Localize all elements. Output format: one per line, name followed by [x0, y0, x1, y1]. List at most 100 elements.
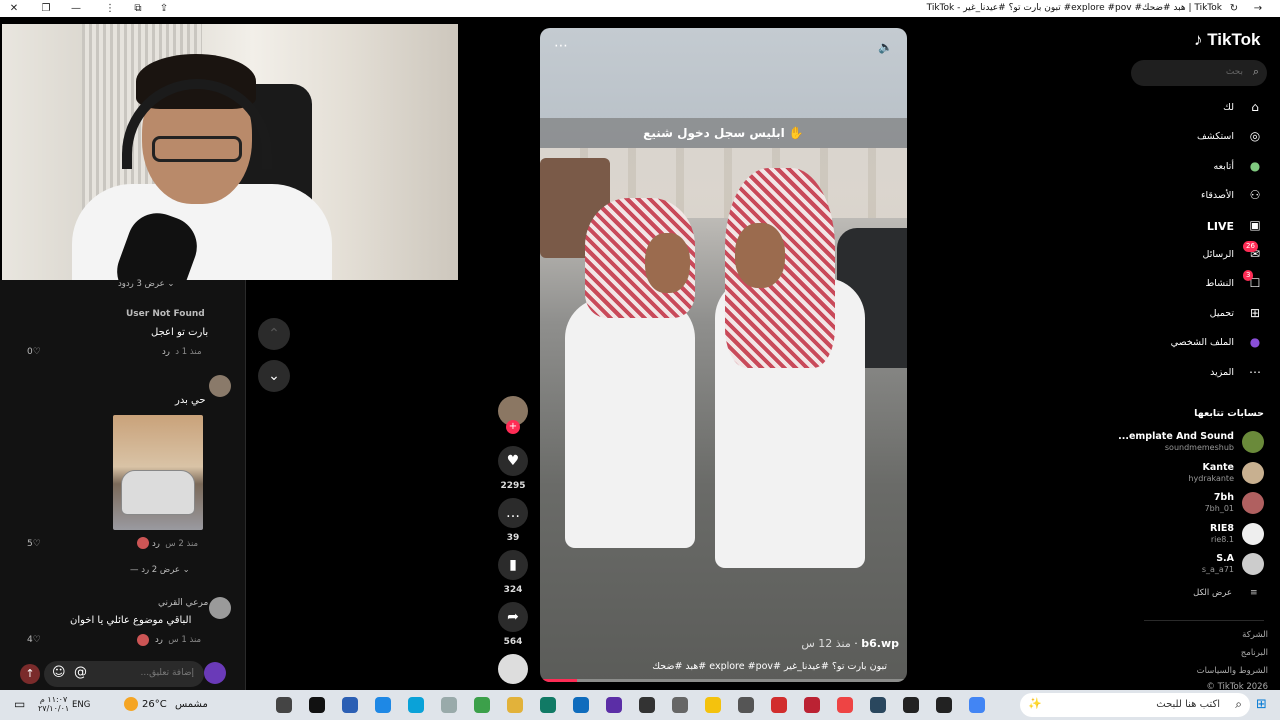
comment-reply-link[interactable]: منذ 1 س رد: [155, 635, 201, 645]
weather-desc[interactable]: مشمس: [175, 699, 208, 710]
volume-icon[interactable]: 🔈: [878, 40, 893, 54]
tiktok-logo[interactable]: ♪ TikTok: [1194, 30, 1260, 50]
comment-like-button[interactable]: 5♡: [27, 539, 41, 549]
windows-start-icon[interactable]: ⊞: [1256, 697, 1267, 712]
sidebar-item-home[interactable]: لك: [1223, 102, 1234, 113]
language-indicator[interactable]: ENG: [72, 700, 90, 710]
app-icon-7[interactable]: [672, 697, 688, 713]
footer-link[interactable]: الشروط والسياسات: [1197, 666, 1268, 676]
following-avatar[interactable]: [1242, 553, 1264, 575]
chrome-icon[interactable]: [969, 697, 985, 713]
reload-icon[interactable]: ↻: [1226, 1, 1242, 16]
view-replies-toggle[interactable]: ⌄ عرض 2 رد —: [130, 565, 190, 575]
menu-dots-icon[interactable]: ⋮: [102, 1, 118, 16]
comment-author[interactable]: مرعي القرني: [158, 598, 208, 608]
sidebar-item-friends[interactable]: الأصدقاء: [1201, 190, 1234, 201]
user-avatar[interactable]: [204, 662, 226, 684]
search-icon[interactable]: ⌕: [1253, 65, 1259, 79]
more-options-icon[interactable]: ⋯: [554, 38, 568, 54]
following-name[interactable]: ...emplate And Sound: [1118, 431, 1234, 442]
app-icon-13[interactable]: [936, 697, 952, 713]
save-button[interactable]: ▮: [498, 550, 528, 580]
app-icon-11[interactable]: [837, 697, 853, 713]
see-all-link[interactable]: عرض الكل: [1193, 588, 1232, 598]
video-author[interactable]: b6.wp · منذ 12 س: [801, 637, 899, 650]
following-name[interactable]: Kante: [1202, 462, 1234, 473]
app-icon-3[interactable]: [474, 697, 490, 713]
sidebar-item-live[interactable]: LIVE: [1207, 220, 1234, 233]
extensions-icon[interactable]: ⧉: [130, 1, 146, 16]
mention-icon[interactable]: @: [74, 665, 87, 680]
app-icon-12[interactable]: [903, 697, 919, 713]
sidebar-item-activity[interactable]: النشاط: [1205, 278, 1234, 289]
comment-reply-link[interactable]: منذ 1 د رد: [162, 347, 202, 357]
share-icon[interactable]: ⇪: [156, 1, 172, 16]
avatar[interactable]: [209, 597, 231, 619]
next-video-button[interactable]: ⌄: [258, 360, 290, 392]
author-handle[interactable]: b6.wp: [861, 637, 899, 650]
comment-button[interactable]: …: [498, 498, 528, 528]
restore-window-button[interactable]: ❐: [38, 1, 54, 16]
back-arrow-icon[interactable]: →: [1250, 1, 1266, 16]
close-window-button[interactable]: ✕: [6, 1, 22, 16]
notification-icon[interactable]: ▭: [14, 697, 25, 711]
clock[interactable]: ١١:٠٧ م ٢٧/١٠/٠١: [38, 695, 69, 713]
app-icon-8[interactable]: [705, 697, 721, 713]
app-icon-4[interactable]: [540, 697, 556, 713]
avatar[interactable]: [209, 375, 231, 397]
comment-image[interactable]: [113, 415, 203, 530]
sidebar-item-compass[interactable]: استكشف: [1197, 131, 1234, 142]
previous-video-button[interactable]: ⌃: [258, 318, 290, 350]
emoji-icon[interactable]: ☺: [52, 665, 66, 680]
sidebar-item-following[interactable]: أتابعه: [1214, 161, 1235, 172]
sidebar-item-upload[interactable]: تحميل: [1210, 308, 1234, 319]
following-name[interactable]: RIE8: [1210, 523, 1234, 534]
comment-author[interactable]: User Not Found: [126, 309, 205, 319]
following-name[interactable]: S.A: [1216, 553, 1234, 564]
follow-plus-icon[interactable]: +: [506, 420, 520, 434]
video-progress-bar[interactable]: [540, 679, 907, 682]
file-explorer-icon[interactable]: [507, 697, 523, 713]
comment-like-button[interactable]: 4♡: [27, 635, 41, 645]
steam-icon[interactable]: [870, 697, 886, 713]
comment-reply-link[interactable]: منذ 2 س رد: [152, 539, 198, 549]
following-avatar[interactable]: [1242, 522, 1264, 545]
app-icon-5[interactable]: [606, 697, 622, 713]
sidebar-item-more[interactable]: المزيد: [1210, 367, 1234, 378]
reply-button[interactable]: رد: [152, 539, 160, 549]
like-button[interactable]: ♥: [498, 446, 528, 476]
app-icon-2[interactable]: [441, 697, 457, 713]
following-avatar[interactable]: [1242, 431, 1264, 453]
taskbar-search-input[interactable]: ✨ اكتب هنا للبحث ⌕: [1020, 693, 1250, 717]
search-icon[interactable]: ⌕: [1235, 697, 1242, 712]
footer-link[interactable]: البرنامج: [1241, 648, 1268, 658]
following-name[interactable]: 7bh: [1214, 492, 1234, 503]
epic-games-icon[interactable]: [738, 697, 754, 713]
app-icon-9[interactable]: [771, 697, 787, 713]
following-avatar[interactable]: [1242, 492, 1264, 514]
comment-input[interactable]: ☺ @ إضافة تعليق...: [44, 661, 204, 687]
edge-icon[interactable]: [408, 697, 424, 713]
sidebar-item-profile[interactable]: الملف الشخصي: [1171, 337, 1234, 348]
footer-link[interactable]: الشركة: [1242, 630, 1268, 640]
mail-icon[interactable]: [375, 697, 391, 713]
app-icon-6[interactable]: [639, 697, 655, 713]
post-comment-button[interactable]: ↑: [20, 664, 40, 684]
tiktok-app-icon[interactable]: [309, 697, 325, 713]
app-icon-10[interactable]: [804, 697, 820, 713]
task-view-icon[interactable]: [276, 697, 292, 713]
view-replies-toggle[interactable]: ⌄ عرض 3 ردود: [118, 279, 174, 289]
music-disc[interactable]: [498, 654, 528, 684]
reply-button[interactable]: رد: [162, 347, 170, 357]
share-button[interactable]: ➦: [498, 602, 528, 632]
app-icon-1[interactable]: [342, 697, 358, 713]
outlook-icon[interactable]: [573, 697, 589, 713]
weather-temp[interactable]: 26°C: [142, 699, 167, 710]
video-player[interactable]: ⋯ 🔈 ✋ ابليس سجل دخول شنيع b6.wp · منذ 12…: [540, 28, 907, 682]
search-input[interactable]: ⌕ بحث: [1131, 60, 1267, 86]
sidebar-item-messages[interactable]: الرسائل: [1203, 249, 1234, 260]
minimize-window-button[interactable]: —: [68, 1, 84, 16]
reply-button[interactable]: رد: [155, 635, 163, 645]
comment-like-button[interactable]: 0♡: [27, 347, 41, 357]
following-avatar[interactable]: [1242, 461, 1264, 484]
